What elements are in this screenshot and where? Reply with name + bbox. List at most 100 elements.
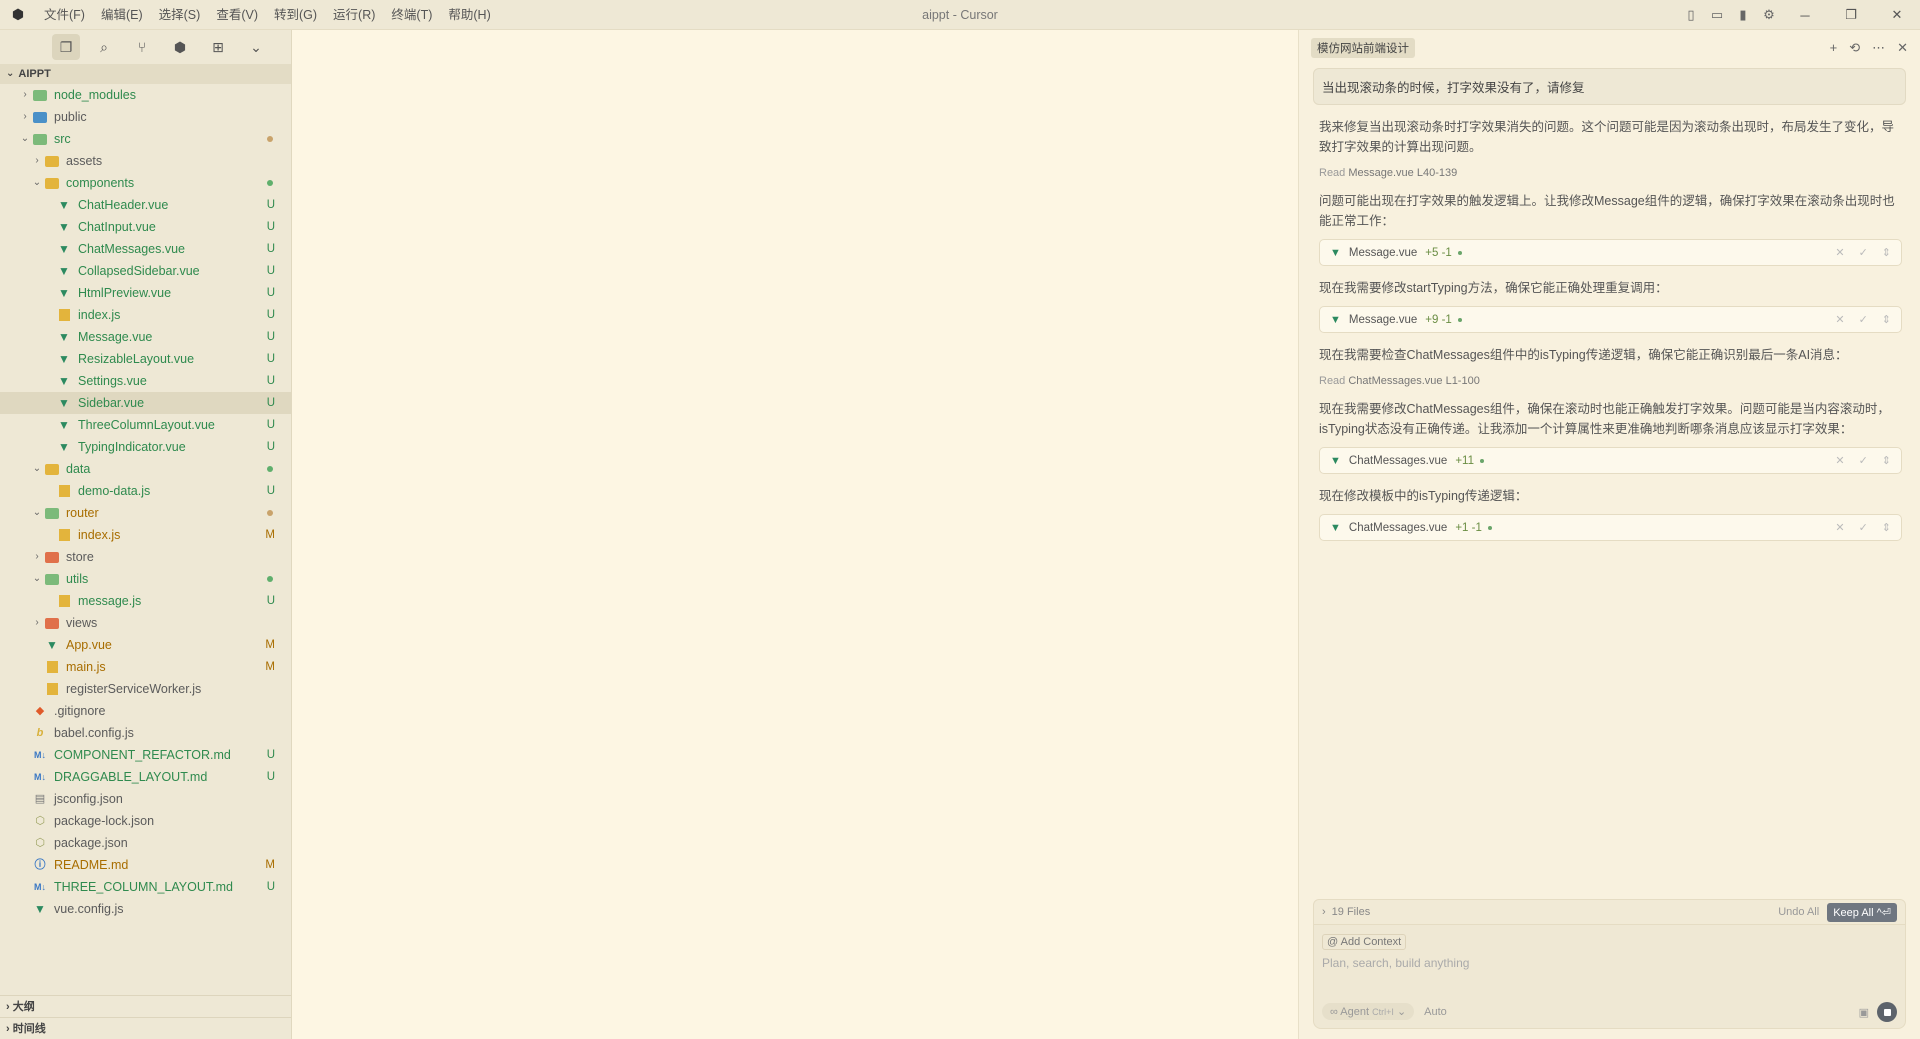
tree-file[interactable]: ▼ ResizableLayout.vue U [0, 348, 291, 370]
expand-icon[interactable]: ⇕ [1882, 521, 1891, 534]
tree-file[interactable]: demo-data.js U [0, 480, 291, 502]
keep-all-button[interactable]: Keep All ^⏎ [1827, 902, 1897, 922]
file-edit-card[interactable]: ▼ ChatMessages.vue +1 -1 ✕ ✓ ⇕ [1319, 514, 1902, 541]
menu-item[interactable]: 终端(T) [383, 0, 440, 30]
explorer-root-header[interactable]: ⌄ AIPPT [0, 64, 291, 84]
tree-file[interactable]: ⓘ README.md M [0, 854, 291, 876]
tree-folder[interactable]: › node_modules [0, 84, 291, 106]
chat-input[interactable] [1322, 956, 1897, 970]
expand-icon[interactable]: ⇕ [1882, 313, 1891, 326]
image-attach-icon[interactable]: ▣ [1859, 1006, 1869, 1019]
tree-file[interactable]: ▼ vue.config.js [0, 898, 291, 920]
menu-item[interactable]: 文件(F) [36, 0, 93, 30]
menu-item[interactable]: 选择(S) [151, 0, 209, 30]
timeline-section[interactable]: › 时间线 [0, 1017, 291, 1039]
tree-folder[interactable]: ⌄ router [0, 502, 291, 524]
tree-file[interactable]: ▼ TypingIndicator.vue U [0, 436, 291, 458]
menu-item[interactable]: 转到(G) [266, 0, 325, 30]
tree-folder[interactable]: ⌄ components [0, 172, 291, 194]
editor-area[interactable] [292, 30, 1298, 1039]
file-edit-card[interactable]: ▼ Message.vue +5 -1 ✕ ✓ ⇕ [1319, 239, 1902, 266]
tree-folder[interactable]: › views [0, 612, 291, 634]
agent-mode-selector[interactable]: ∞ Agent Ctrl+I ⌄ [1322, 1003, 1415, 1020]
tree-file[interactable]: ▼ Settings.vue U [0, 370, 291, 392]
menu-item[interactable]: 编辑(E) [93, 0, 151, 30]
ai-chat-panel: 模仿网站前端设计 + ⟲ ⋯ ✕ 当出现滚动条的时候，打字效果没有了，请修复 我… [1298, 30, 1920, 1039]
expand-icon[interactable]: ⇕ [1882, 454, 1891, 467]
chat-tab-title[interactable]: 模仿网站前端设计 [1311, 38, 1415, 58]
tree-file[interactable]: ▤ jsconfig.json [0, 788, 291, 810]
changed-files-bar[interactable]: › 19 Files Undo All Keep All ^⏎ [1313, 899, 1906, 925]
model-selector[interactable]: Auto [1424, 1006, 1447, 1018]
tree-item-label: DRAGGABLE_LAYOUT.md [54, 770, 208, 784]
tree-file[interactable]: M↓ DRAGGABLE_LAYOUT.md U [0, 766, 291, 788]
accept-check-icon[interactable]: ✓ [1859, 454, 1868, 467]
tree-file[interactable]: ▼ Sidebar.vue U [0, 392, 291, 414]
tree-file[interactable]: b babel.config.js [0, 722, 291, 744]
outline-section[interactable]: › 大纲 [0, 995, 291, 1017]
source-control-icon[interactable]: ⑂ [128, 34, 156, 60]
restore-button[interactable]: ❐ [1828, 7, 1874, 23]
tree-folder[interactable]: ⌄ utils [0, 568, 291, 590]
tree-file[interactable]: ⬡ package.json [0, 832, 291, 854]
user-query-bubble[interactable]: 当出现滚动条的时候，打字效果没有了，请修复 [1313, 68, 1906, 105]
new-chat-plus-icon[interactable]: + [1830, 40, 1838, 56]
agent-mode-label: ∞ Agent [1330, 1006, 1370, 1018]
tree-file[interactable]: ▼ ChatHeader.vue U [0, 194, 291, 216]
settings-gear-icon[interactable]: ⚙ [1756, 7, 1782, 23]
more-options-icon[interactable]: ⋯ [1872, 40, 1885, 56]
tree-folder[interactable]: › assets [0, 150, 291, 172]
toggle-panel-icon[interactable]: ▭ [1704, 7, 1730, 23]
read-file-step[interactable]: Read ChatMessages.vue L1-100 [1319, 375, 1902, 387]
tree-file[interactable]: ▼ ChatInput.vue U [0, 216, 291, 238]
remote-icon[interactable]: ⊞ [204, 34, 232, 60]
tree-file[interactable]: ⬡ package-lock.json [0, 810, 291, 832]
toggle-primary-sidebar-icon[interactable]: ▯ [1678, 7, 1704, 23]
close-icon[interactable]: ✕ [1897, 40, 1908, 56]
menu-item[interactable]: 查看(V) [208, 0, 266, 30]
read-file-step[interactable]: Read Message.vue L40-139 [1319, 167, 1902, 179]
close-window-button[interactable]: ✕ [1874, 7, 1920, 23]
accept-check-icon[interactable]: ✓ [1859, 521, 1868, 534]
tree-folder[interactable]: ⌄ src [0, 128, 291, 150]
reject-icon[interactable]: ✕ [1835, 454, 1844, 467]
accept-check-icon[interactable]: ✓ [1859, 313, 1868, 326]
minimize-button[interactable]: ─ [1782, 8, 1828, 23]
tree-file[interactable]: M↓ THREE_COLUMN_LAYOUT.md U [0, 876, 291, 898]
reject-icon[interactable]: ✕ [1835, 313, 1844, 326]
history-icon[interactable]: ⟲ [1849, 40, 1860, 56]
expand-icon[interactable]: ⇕ [1882, 246, 1891, 259]
file-edit-card[interactable]: ▼ Message.vue +9 -1 ✕ ✓ ⇕ [1319, 306, 1902, 333]
reject-icon[interactable]: ✕ [1835, 521, 1844, 534]
tree-folder[interactable]: › store [0, 546, 291, 568]
tree-file[interactable]: ▼ ChatMessages.vue U [0, 238, 291, 260]
extensions-box-icon[interactable]: ⬢ [166, 34, 194, 60]
stop-button[interactable] [1877, 1002, 1897, 1022]
tree-file[interactable]: ▼ ThreeColumnLayout.vue U [0, 414, 291, 436]
tree-file[interactable]: ▼ HtmlPreview.vue U [0, 282, 291, 304]
toggle-secondary-sidebar-icon[interactable]: ▮ [1730, 7, 1756, 23]
reject-icon[interactable]: ✕ [1835, 246, 1844, 259]
tree-file[interactable]: ◆ .gitignore [0, 700, 291, 722]
tree-file[interactable]: ▼ Message.vue U [0, 326, 291, 348]
tree-file[interactable]: message.js U [0, 590, 291, 612]
accept-check-icon[interactable]: ✓ [1859, 246, 1868, 259]
tree-file[interactable]: ▼ CollapsedSidebar.vue U [0, 260, 291, 282]
tree-file[interactable]: M↓ COMPONENT_REFACTOR.md U [0, 744, 291, 766]
add-context-button[interactable]: @ Add Context [1322, 934, 1407, 950]
menu-item[interactable]: 运行(R) [325, 0, 383, 30]
tree-file[interactable]: ▼ App.vue M [0, 634, 291, 656]
tree-file[interactable]: registerServiceWorker.js [0, 678, 291, 700]
chevron-right-icon: › [1322, 906, 1326, 918]
tree-folder[interactable]: ⌄ data [0, 458, 291, 480]
search-icon[interactable]: ⌕ [90, 34, 118, 60]
undo-all-button[interactable]: Undo All [1778, 906, 1819, 918]
menu-item[interactable]: 帮助(H) [440, 0, 498, 30]
tree-file[interactable]: index.js U [0, 304, 291, 326]
tree-file[interactable]: main.js M [0, 656, 291, 678]
file-edit-card[interactable]: ▼ ChatMessages.vue +11 ✕ ✓ ⇕ [1319, 447, 1902, 474]
tree-folder[interactable]: › public [0, 106, 291, 128]
explorer-files-icon[interactable]: ❐ [52, 34, 80, 60]
tree-file[interactable]: index.js M [0, 524, 291, 546]
chevron-down-icon[interactable]: ⌄ [242, 34, 270, 60]
